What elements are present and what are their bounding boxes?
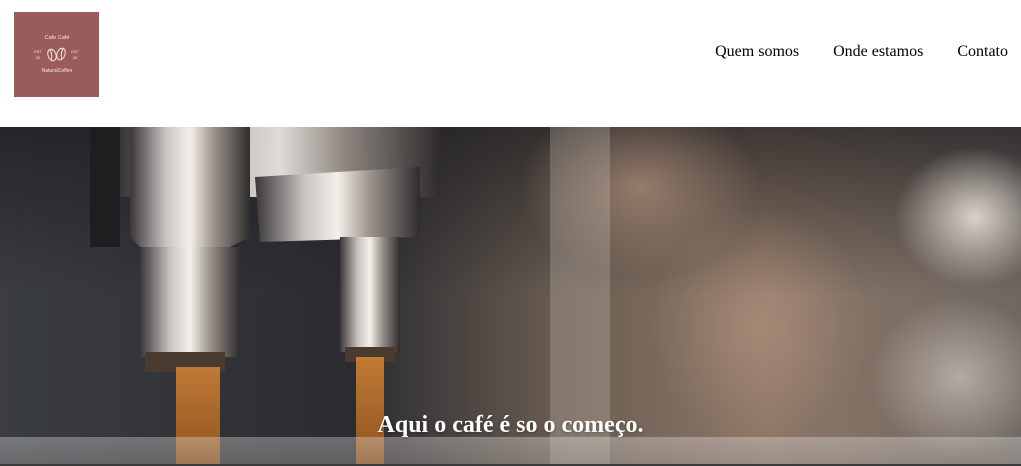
hero-title: Aqui o café é so o começo. <box>377 412 644 438</box>
nav-item-contato[interactable]: Contato <box>957 43 1008 61</box>
logo-right-number: 20 <box>73 55 78 60</box>
site-header: Cafe Café EST 20 EST 20 NaturalCoffee Qu… <box>0 0 1021 127</box>
logo[interactable]: Cafe Café EST 20 EST 20 NaturalCoffee <box>14 12 99 97</box>
coffee-logo-icon: Cafe Café EST 20 EST 20 NaturalCoffee <box>14 12 99 97</box>
nav-item-quem-somos[interactable]: Quem somos <box>715 43 799 61</box>
hero-banner: Aqui o café é so o começo. <box>0 127 1021 464</box>
logo-left-text: EST <box>34 49 42 54</box>
logo-left-number: 20 <box>36 55 41 60</box>
logo-bottom-text: NaturalCoffee <box>42 68 73 74</box>
nav-item-onde-estamos[interactable]: Onde estamos <box>833 43 923 61</box>
main-nav: Quem somos Onde estamos Contato <box>715 43 1008 61</box>
logo-top-text: Cafe Café <box>45 35 70 41</box>
logo-right-text: EST <box>71 49 79 54</box>
